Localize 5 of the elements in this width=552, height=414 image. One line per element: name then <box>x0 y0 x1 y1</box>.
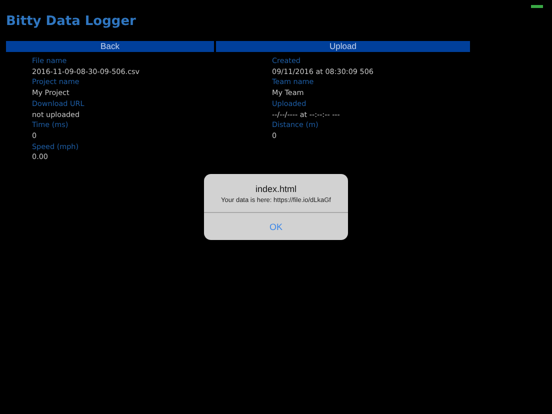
upload-button[interactable]: Upload <box>216 41 470 52</box>
battery-icon <box>531 5 543 8</box>
dialog-title: index.html <box>255 184 297 194</box>
back-button[interactable]: Back <box>6 41 214 52</box>
app-title: Bitty Data Logger <box>6 14 136 30</box>
